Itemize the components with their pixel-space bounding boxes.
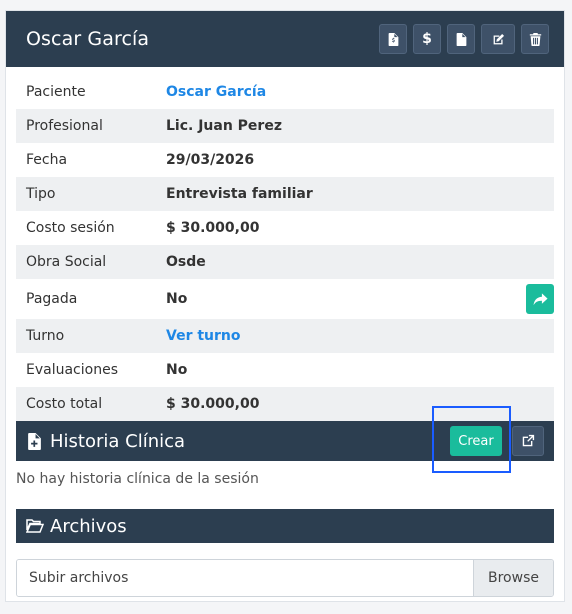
view-appointment-link[interactable]: Ver turno [166,328,554,344]
detail-label: Evaluaciones [26,362,118,378]
trash-icon [529,32,541,46]
detail-row-fecha: Fecha 29/03/2026 [16,143,554,177]
delete-button[interactable] [521,24,549,54]
detail-label: Obra Social [26,254,107,270]
detail-value: No [166,291,188,307]
page-title: Oscar García [26,28,150,50]
crear-highlight-box [432,406,511,473]
archivos-header: Archivos [16,509,554,543]
share-arrow-icon [533,292,548,305]
historia-empty-message: No hay historia clínica de la sesión [16,471,259,487]
edit-button[interactable] [481,24,515,54]
card-header: Oscar García $ [6,11,564,67]
folder-open-icon [26,517,44,535]
file-invoice-icon [388,32,398,46]
file-upload[interactable]: Subir archivos Browse [16,559,554,597]
detail-label: Costo total [26,396,103,412]
session-details: Paciente Oscar García Profesional Lic. J… [16,75,554,421]
header-actions: $ [379,24,549,54]
detail-label: Profesional [26,118,103,134]
detail-row-evaluaciones: Evaluaciones No [16,353,554,387]
detail-row-obra-social: Obra Social Osde [16,245,554,279]
archivos-title: Archivos [50,515,127,537]
detail-row-paciente: Paciente Oscar García [16,75,554,109]
detail-value: No [166,362,188,378]
open-historia-button[interactable] [512,426,544,456]
detail-row-turno: Turno Ver turno [16,319,554,353]
payment-button[interactable]: $ [413,24,441,54]
upload-input[interactable]: Subir archivos [17,560,473,596]
document-icon [456,32,466,46]
detail-row-pagada: Pagada No [16,279,554,319]
detail-label: Turno [26,328,65,344]
detail-value: Osde [166,254,206,270]
register-payment-button[interactable] [526,284,554,314]
detail-row-profesional: Profesional Lic. Juan Perez [16,109,554,143]
detail-value: $ 30.000,00 [166,220,260,236]
file-medical-icon [26,432,44,450]
detail-row-costo-sesion: Costo sesión $ 30.000,00 [16,211,554,245]
detail-label: Tipo [26,186,56,202]
dollar-icon: $ [422,31,432,47]
invoice-button[interactable] [379,24,407,54]
patient-link[interactable]: Oscar García [166,84,554,100]
detail-row-tipo: Tipo Entrevista familiar [16,177,554,211]
detail-value: Lic. Juan Perez [166,118,282,134]
edit-icon [493,33,504,44]
historia-clinica-title: Historia Clínica [50,430,186,452]
detail-label: Costo sesión [26,220,115,236]
session-card: Oscar García $ Paciente Oscar García Pro… [5,10,565,602]
detail-label: Pagada [26,291,78,307]
detail-value: 29/03/2026 [166,152,255,168]
detail-label: Paciente [26,84,86,100]
external-link-icon [522,434,535,447]
document-button[interactable] [447,24,475,54]
detail-value: Entrevista familiar [166,186,313,202]
browse-button[interactable]: Browse [473,560,553,596]
detail-label: Fecha [26,152,68,168]
